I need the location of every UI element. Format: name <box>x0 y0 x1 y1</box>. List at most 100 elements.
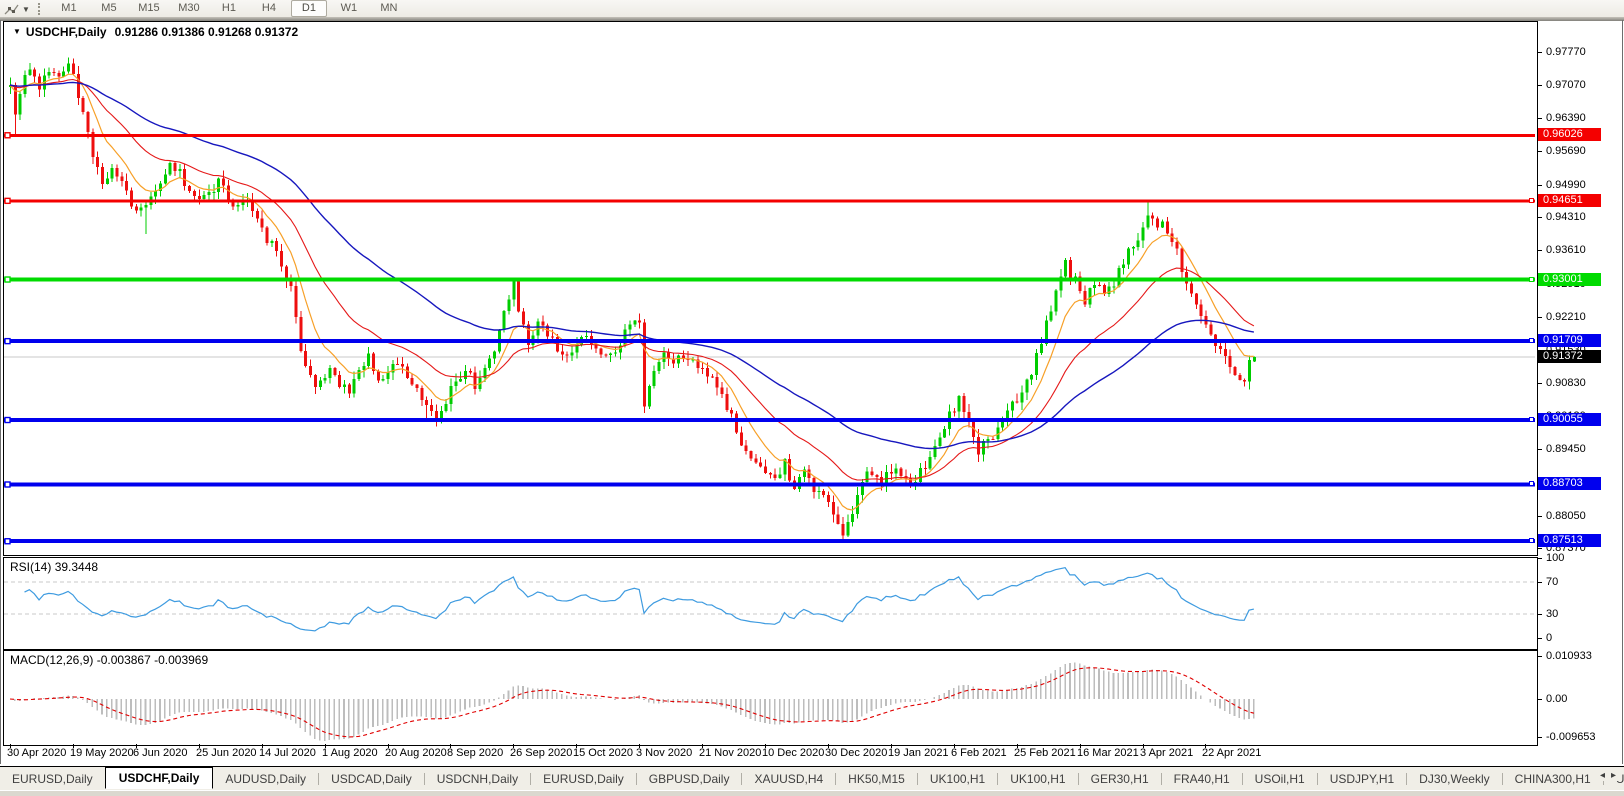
date-tick-label: 8 Sep 2020 <box>447 747 503 759</box>
price-tick-label: 0.97770 <box>1546 46 1586 58</box>
price-level-label: 0.90055 <box>1538 413 1601 426</box>
rsi-tick-label: 70 <box>1546 576 1558 588</box>
level-line-left-handle <box>5 198 10 203</box>
date-tick-label: 19 May 2020 <box>70 747 134 759</box>
chart-tab-audusd-daily[interactable]: AUDUSD,Daily <box>213 769 318 789</box>
chart-symbol-period: USDCHF,Daily <box>26 25 107 39</box>
chart-tab-gbpusd-daily[interactable]: GBPUSD,Daily <box>637 769 742 789</box>
macd-tick-mark <box>1538 656 1542 657</box>
price-tick-mark <box>1538 383 1542 384</box>
timeframe-button-d1[interactable]: D1 <box>291 0 327 17</box>
date-tick-label: 16 Mar 2021 <box>1077 747 1139 759</box>
price-tick-label: 0.93610 <box>1546 244 1586 256</box>
price-level-label: 0.93001 <box>1538 273 1601 286</box>
timeframe-button-h1[interactable]: H1 <box>211 0 247 17</box>
level-right-handle[interactable] <box>1529 417 1534 422</box>
timeframe-button-m5[interactable]: M5 <box>91 0 127 17</box>
rsi-tick-label: 100 <box>1546 552 1564 564</box>
chart-tab-usdjpy-h1[interactable]: USDJPY,H1 <box>1318 769 1406 789</box>
level-right-handle[interactable] <box>1529 198 1534 203</box>
date-tick-label: 1 Aug 2020 <box>322 747 378 759</box>
date-tick-label: 19 Jan 2021 <box>888 747 949 759</box>
price-tick-mark <box>1538 217 1542 218</box>
level-line-left-handle <box>5 133 10 138</box>
chart-tab-usdcnh-daily[interactable]: USDCNH,Daily <box>425 769 530 789</box>
rsi-tick-label: 30 <box>1546 608 1558 620</box>
date-tick-label: 30 Apr 2020 <box>7 747 66 759</box>
chart-tab-ger30-h1[interactable]: GER30,H1 <box>1079 769 1161 789</box>
timeframe-button-w1[interactable]: W1 <box>331 0 367 17</box>
macd-tick-mark <box>1538 737 1542 738</box>
toolbar-dropdown-caret-icon[interactable]: ▼ <box>22 5 30 14</box>
chart-title: ▼USDCHF,Daily0.91286 0.91386 0.91268 0.9… <box>13 25 298 39</box>
rsi-name: RSI(14) <box>10 560 51 574</box>
chart-tab-usoil-h1[interactable]: USOil,H1 <box>1243 769 1317 789</box>
chart-tab-bar: EURUSD,DailyUSDCHF,DailyAUDUSD,DailyUSDC… <box>0 766 1624 791</box>
chart-tab-hk50-m15[interactable]: HK50,M15 <box>836 769 917 789</box>
price-tick-mark <box>1538 85 1542 86</box>
level-line-left-handle <box>5 539 10 544</box>
price-tick-label: 0.94990 <box>1546 179 1586 191</box>
symbol-dropdown-caret-icon[interactable]: ▼ <box>13 27 21 36</box>
chart-cursor-icon[interactable] <box>4 2 19 17</box>
moving-average-9 <box>10 74 1254 510</box>
price-tick-mark <box>1538 548 1542 549</box>
date-tick-label: 21 Nov 2020 <box>699 747 761 759</box>
main-price-chart-panel[interactable] <box>3 21 1538 556</box>
moving-average-60 <box>10 82 1254 448</box>
macd-tick-label: 0.010933 <box>1546 650 1592 662</box>
timeframe-button-m15[interactable]: M15 <box>131 0 167 17</box>
chart-tab-uk100-h1[interactable]: UK100,H1 <box>998 769 1077 789</box>
price-tick-mark <box>1538 317 1542 318</box>
tab-scroll-right-icon[interactable]: ▸ <box>1611 770 1622 781</box>
tab-scroll-left-icon[interactable]: ◂ <box>1600 770 1611 781</box>
price-chart-canvas[interactable] <box>4 22 1535 553</box>
timeframe-button-h4[interactable]: H4 <box>251 0 287 17</box>
price-level-label: 0.94651 <box>1538 194 1601 207</box>
price-tick-label: 0.95690 <box>1546 145 1586 157</box>
price-tick-mark <box>1538 250 1542 251</box>
rsi-indicator-panel[interactable] <box>3 557 1538 650</box>
chart-tab-eurusd-daily[interactable]: EURUSD,Daily <box>0 769 105 789</box>
timeframe-button-m30[interactable]: M30 <box>171 0 207 17</box>
price-level-label: 0.96026 <box>1538 128 1601 141</box>
level-right-handle[interactable] <box>1529 277 1534 282</box>
level-line-left-handle <box>5 482 10 487</box>
macd-signal-line <box>10 668 1254 737</box>
toolbar-grip-handle[interactable] <box>38 3 42 15</box>
date-tick-label: 15 Oct 2020 <box>573 747 633 759</box>
macd-canvas[interactable] <box>4 651 1535 743</box>
price-tick-label: 0.97070 <box>1546 79 1586 91</box>
price-level-label: 0.91709 <box>1538 334 1601 347</box>
timeframe-button-mn[interactable]: MN <box>371 0 407 17</box>
rsi-label: RSI(14) 39.3448 <box>10 560 98 574</box>
level-right-handle[interactable] <box>1529 538 1534 543</box>
price-tick-mark <box>1538 449 1542 450</box>
chart-tab-fra40-h1[interactable]: FRA40,H1 <box>1162 769 1242 789</box>
macd-indicator-panel[interactable] <box>3 650 1538 746</box>
level-right-handle[interactable] <box>1529 481 1534 486</box>
chart-tab-dj30-weekly[interactable]: DJ30,Weekly <box>1407 769 1501 789</box>
window-bottom-strip <box>0 790 1624 796</box>
price-tick-mark <box>1538 185 1542 186</box>
date-tick-label: 6 Feb 2021 <box>951 747 1007 759</box>
date-tick-label: 22 Apr 2021 <box>1202 747 1261 759</box>
date-tick-label: 30 Dec 2020 <box>825 747 887 759</box>
chart-tab-china300-h1[interactable]: CHINA300,H1 <box>1503 769 1603 789</box>
date-tick-label: 20 Aug 2020 <box>385 747 447 759</box>
timeframe-buttons: M1M5M15M30H1H4D1W1MN <box>49 0 409 17</box>
rsi-canvas[interactable] <box>4 558 1535 647</box>
chart-tab-uk100-h1[interactable]: UK100,H1 <box>918 769 997 789</box>
timeframe-toolbar: ▼ M1M5M15M30H1H4D1W1MN <box>0 0 1624 17</box>
chart-tab-xauusd-h4[interactable]: XAUUSD,H4 <box>742 769 835 789</box>
chart-tab-usdchf-daily[interactable]: USDCHF,Daily <box>105 767 214 789</box>
current-price-label: 0.91372 <box>1538 350 1601 363</box>
rsi-tick-mark <box>1538 558 1542 559</box>
date-tick-label: 10 Dec 2020 <box>762 747 824 759</box>
chart-tab-usdcad-daily[interactable]: USDCAD,Daily <box>319 769 424 789</box>
timeframe-button-m1[interactable]: M1 <box>51 0 87 17</box>
date-tick-label: 14 Jul 2020 <box>259 747 316 759</box>
date-tick-label: 6 Jun 2020 <box>133 747 187 759</box>
chart-tab-eurusd-daily[interactable]: EURUSD,Daily <box>531 769 636 789</box>
level-right-handle[interactable] <box>1529 338 1534 343</box>
